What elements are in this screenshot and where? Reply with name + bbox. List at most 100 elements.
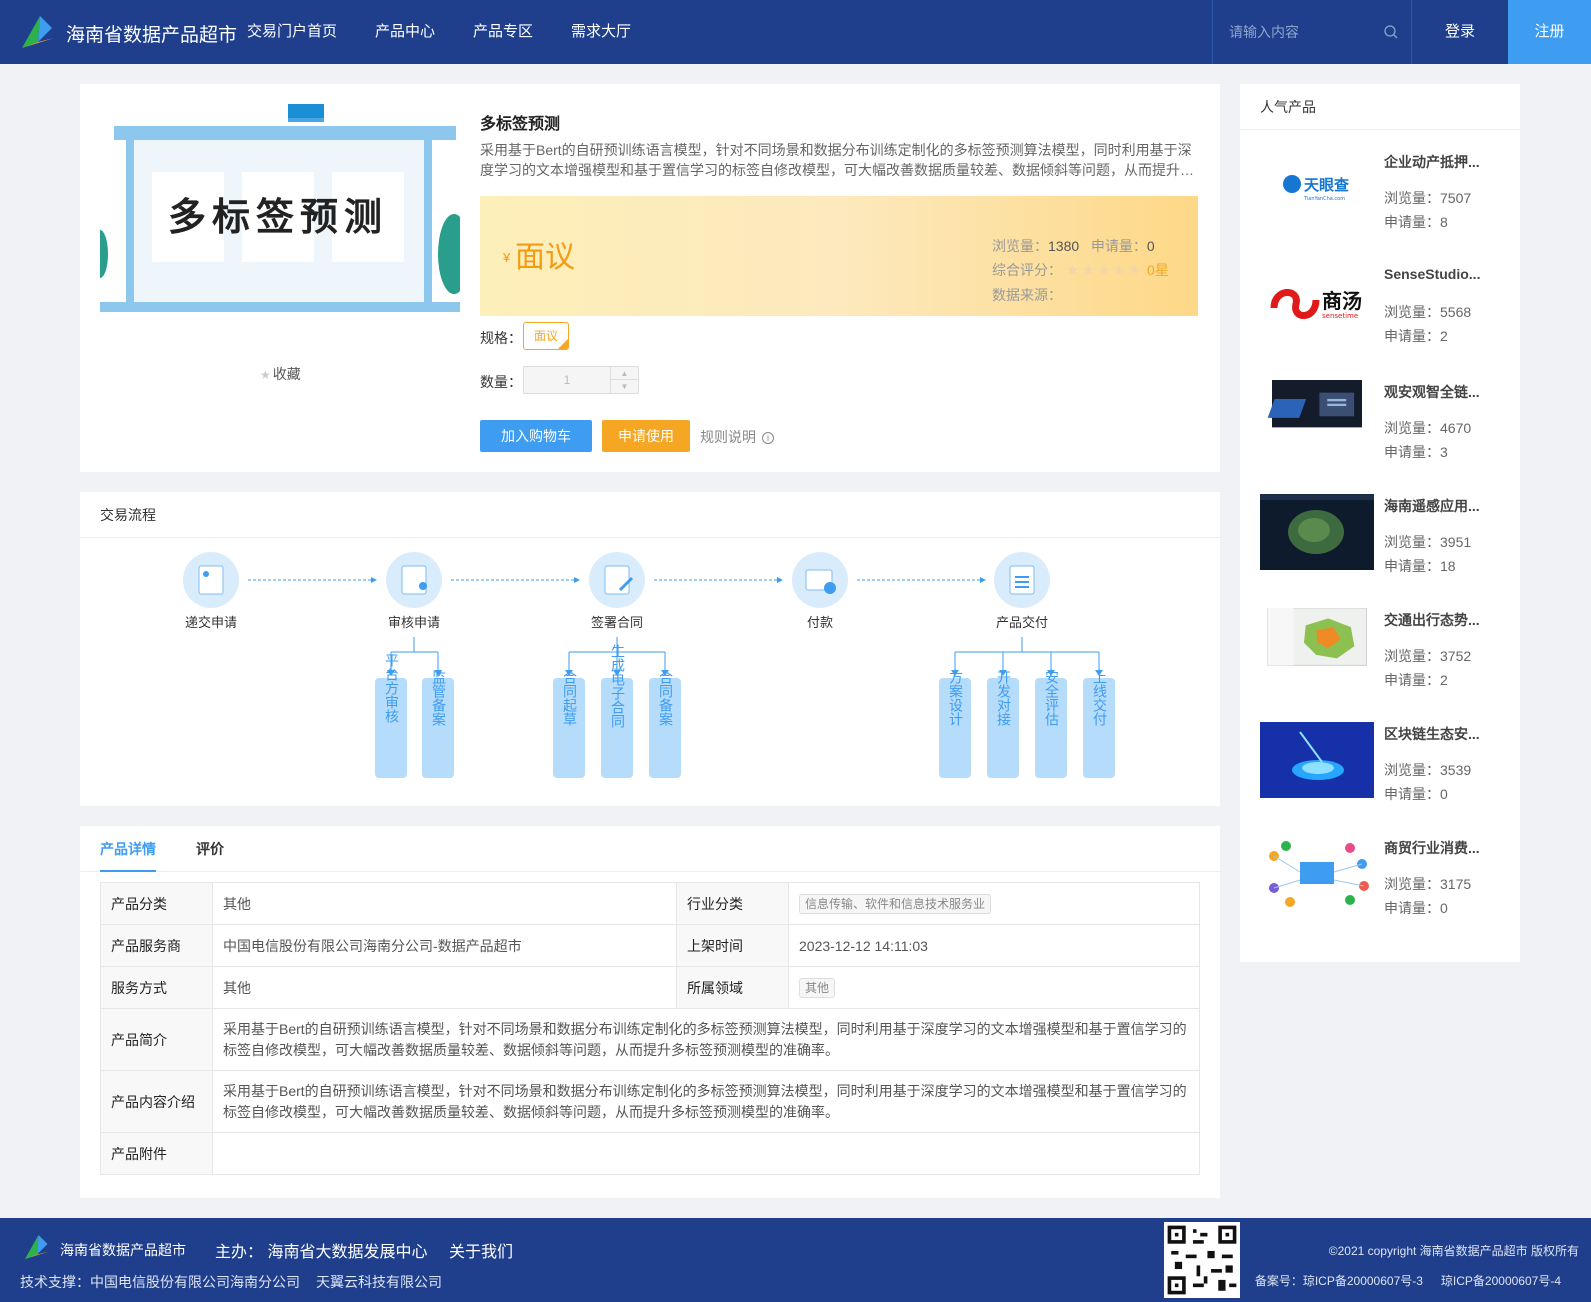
popular-item-name[interactable]: 区块链生态安... (1384, 724, 1504, 744)
quantity-value[interactable]: 1 (524, 367, 610, 393)
step-delivery-icon (994, 552, 1050, 608)
popular-item-name[interactable]: 观安观智全链... (1384, 382, 1504, 402)
top-navbar: 海南省数据产品超市 交易门户首页 产品中心 产品专区 需求大厅 登录 注册 (0, 0, 1591, 64)
tab-product-detail[interactable]: 产品详情 (100, 826, 156, 872)
star-icon: ★ (1112, 262, 1128, 279)
popular-item-views: 浏览量：3951 (1384, 534, 1472, 550)
popular-item-name[interactable]: 商贸行业消费... (1384, 838, 1504, 858)
detail-key: 产品内容介绍 (100, 1070, 213, 1133)
table-row: 产品内容介绍 采用基于Bert的自研预训练语言模型，针对不同场景和数据分布训练定… (100, 1070, 1200, 1133)
detail-key: 行业分类 (676, 882, 789, 925)
product-thumbnail (1267, 380, 1362, 428)
product-thumbnail (1260, 494, 1374, 570)
table-row: 产品附件 (100, 1132, 1200, 1175)
rating-value: 0星 (1147, 262, 1169, 278)
currency-symbol: ¥ (503, 250, 511, 265)
spec-option[interactable]: 面议 (523, 322, 569, 350)
popular-item-name[interactable]: 企业动产抵押... (1384, 152, 1504, 172)
quantity-label: 数量： (480, 374, 522, 390)
site-title[interactable]: 海南省数据产品超市 (66, 20, 237, 47)
apply-use-button[interactable]: 申请使用 (602, 420, 690, 452)
product-price: 面议 (515, 241, 575, 274)
popular-item-name[interactable]: SenseStudio... (1384, 266, 1504, 282)
transaction-flow-card: 交易流程 递交申请 审核申请 签署合同 付款 产品交付 平台方审核 监管备案 合… (80, 492, 1220, 806)
domain-tag: 其他 (799, 977, 836, 998)
product-description: 采用基于Bert的自研预训练语言模型，针对不同场景和数据分布训练定制化的多标签预… (480, 142, 1194, 178)
detail-key: 服务方式 (100, 966, 213, 1009)
footer-support: 技术支撑：中国电信股份有限公司海南分公司 天翼云科技有限公司 (20, 1272, 458, 1292)
quantity-stepper[interactable]: 1 ▲ ▼ (523, 366, 639, 394)
popular-item-applies: 申请量：2 (1384, 672, 1448, 688)
quantity-row: 数量： 1 ▲ ▼ (480, 366, 639, 394)
spec-label: 规格： (480, 330, 522, 346)
source-label: 数据来源： (992, 287, 1062, 303)
step-label: 递交申请 (185, 615, 237, 631)
login-button[interactable]: 登录 (1412, 0, 1508, 64)
icp-1[interactable]: 备案号：琼ICP备20000607号-3 (1255, 1274, 1423, 1288)
about-us-link[interactable]: 关于我们 (449, 1238, 513, 1262)
decrement-icon[interactable]: ▼ (611, 380, 638, 393)
nav-product-zone[interactable]: 产品专区 (473, 0, 533, 64)
icp-2[interactable]: 琼ICP备20000607号-4 (1441, 1274, 1561, 1288)
detail-value (212, 1132, 1200, 1175)
nav-home[interactable]: 交易门户首页 (247, 0, 337, 64)
main-nav: 交易门户首页 产品中心 产品专区 需求大厅 (247, 0, 669, 64)
popular-item-name[interactable]: 海南遥感应用... (1384, 496, 1504, 516)
star-icon: ★ (260, 368, 271, 382)
detail-value: 其他 (788, 966, 1200, 1009)
views-label: 浏览量： (992, 238, 1048, 254)
site-logo[interactable] (18, 12, 58, 52)
popular-item[interactable]: 海南遥感应用... 浏览量：3951 申请量：18 (1260, 494, 1510, 594)
product-detail-card: 产品详情 评价 产品分类 其他 行业分类 信息传输、软件和信息技术服务业 产品服… (80, 826, 1220, 1198)
detail-table: 产品分类 其他 行业分类 信息传输、软件和信息技术服务业 产品服务商 中国电信股… (100, 882, 1200, 1175)
nav-demand-hall[interactable]: 需求大厅 (571, 0, 631, 64)
tab-reviews[interactable]: 评价 (196, 826, 224, 872)
search-box (1212, 0, 1412, 64)
table-row: 服务方式 其他 所属领域 其他 (100, 966, 1200, 1009)
popular-item-applies: 申请量：0 (1384, 900, 1448, 916)
add-to-cart-button[interactable]: 加入购物车 (480, 420, 592, 452)
detail-key: 产品分类 (100, 882, 213, 925)
sub-step-label: 开发对接 (995, 670, 1011, 727)
rules-label: 规则说明 (700, 429, 756, 445)
step-label: 审核申请 (388, 616, 440, 631)
flow-diagram: 递交申请 审核申请 签署合同 付款 产品交付 平台方审核 监管备案 合同起草 生… (183, 552, 1115, 778)
table-row: 产品简介 采用基于Bert的自研预训练语言模型，针对不同场景和数据分布训练定制化… (100, 1008, 1200, 1071)
popular-item[interactable]: 区块链生态安... 浏览量：3539 申请量：0 (1260, 722, 1510, 822)
popular-item-applies: 申请量：0 (1384, 786, 1448, 802)
nav-product-center[interactable]: 产品中心 (375, 0, 435, 64)
step-contract-icon (589, 552, 645, 608)
search-input[interactable] (1229, 20, 1379, 44)
sub-step-label: 合同起草 (561, 670, 577, 726)
detail-value: 采用基于Bert的自研预训练语言模型，针对不同场景和数据分布训练定制化的多标签预… (212, 1008, 1200, 1071)
popular-item[interactable]: 观安观智全链... 浏览量：4670 申请量：3 (1260, 380, 1510, 480)
sub-step-label: 平台方审核 (383, 653, 399, 723)
footer-host: 主办： 海南省大数据发展中心 (215, 1244, 428, 1261)
popular-item[interactable]: 交通出行态势... 浏览量：3752 申请量：2 (1260, 608, 1510, 708)
increment-icon[interactable]: ▲ (611, 367, 638, 380)
popular-item[interactable]: 商汤 sensetime SenseStudio... 浏览量：5568 申请量… (1260, 264, 1510, 364)
product-summary-card: 多标签预测 ★ 收藏 多标签预测 采用基于Bert的自研预训练语言模型，针对不同场… (80, 84, 1220, 472)
detail-key: 产品服务商 (100, 924, 213, 967)
detail-key: 所属领域 (676, 966, 789, 1009)
info-icon: i (762, 432, 774, 445)
popular-item-views: 浏览量：3752 (1384, 648, 1472, 664)
price-panel: ¥ 面议 浏览量：1380 申请量：0 综合评分： ★★★★★ 0星 数据来源： (480, 196, 1198, 316)
popular-item[interactable]: 商贸行业消费... 浏览量：3175 申请量：0 (1260, 836, 1510, 936)
views-value: 1380 (1048, 238, 1080, 254)
popular-item-name[interactable]: 交通出行态势... (1384, 610, 1504, 630)
register-button[interactable]: 注册 (1508, 0, 1591, 64)
popular-products-panel: 人气产品 天眼查 TianYanCha.com 企业动产抵押... 浏览量：75… (1240, 84, 1520, 962)
favorite-button[interactable]: ★ 收藏 (260, 364, 301, 384)
support-1: 技术支撑：中国电信股份有限公司海南分公司 (20, 1274, 300, 1290)
product-thumbnail (1260, 722, 1374, 798)
step-payment-icon (792, 552, 848, 608)
rules-link[interactable]: 规则说明 i (700, 427, 774, 447)
search-icon[interactable] (1383, 24, 1399, 40)
footer-title: 海南省数据产品超市 (60, 1242, 186, 1258)
popular-title: 人气产品 (1240, 84, 1520, 130)
detail-value: 其他 (212, 966, 677, 1009)
thumb-text: 天眼查 (1304, 176, 1350, 194)
sub-step-label: 生成电子合同 (609, 644, 625, 729)
popular-item[interactable]: 天眼查 TianYanCha.com 企业动产抵押... 浏览量：7507 申请… (1260, 150, 1510, 250)
